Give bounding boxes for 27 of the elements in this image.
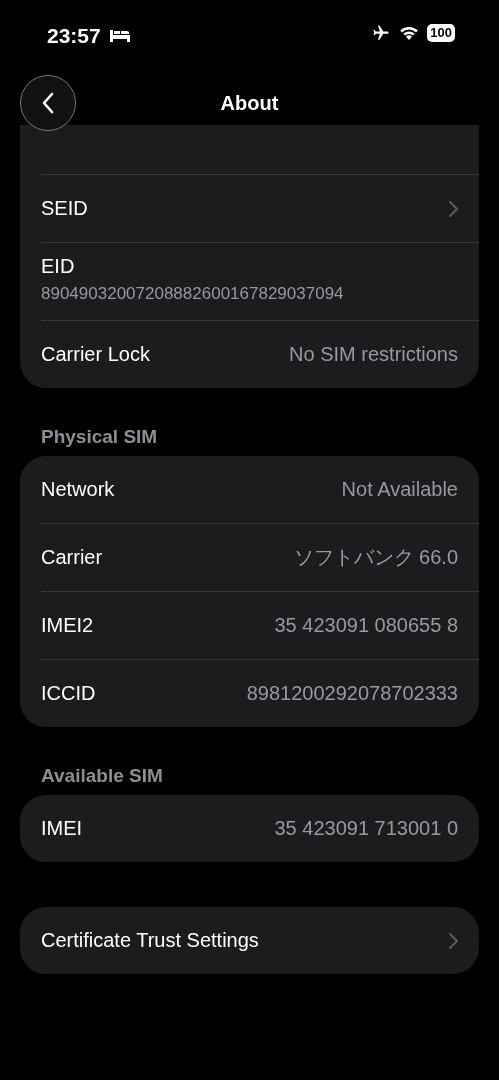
chevron-icon: [449, 932, 458, 949]
section-header: Available SIM: [40, 764, 164, 788]
row-value: No SIM restrictions: [289, 343, 458, 366]
back-button[interactable]: [20, 75, 76, 131]
status-time: 23:57: [47, 24, 101, 48]
row-label: ICCID: [41, 682, 96, 705]
row-label: EID: [41, 255, 76, 278]
row-label: Network: [41, 478, 115, 501]
row-value: 35 423091 080655 8: [274, 614, 458, 637]
bed-icon: [108, 29, 131, 43]
row-value: 35 423091 713001 0: [274, 817, 458, 840]
row-label: Carrier Lock: [41, 343, 150, 366]
chevron-icon: [449, 200, 458, 217]
row-label: IMEI: [41, 817, 83, 840]
page-title: About: [220, 91, 279, 115]
wifi-icon: [399, 25, 420, 41]
section-header: Physical SIM: [40, 425, 159, 449]
row-value: 89049032007208882600167829037094: [41, 284, 345, 304]
row-value: Not Available: [341, 478, 458, 501]
row-label: IMEI2: [41, 614, 94, 637]
row-value: 8981200292078702333: [246, 682, 458, 705]
settings-row[interactable]: SEID: [41, 174, 479, 242]
battery-indicator: 100: [427, 24, 455, 42]
back-icon: [42, 92, 54, 114]
row-value: ソフトバンク 66.0: [293, 545, 458, 570]
row-label: Carrier: [41, 546, 103, 569]
settings-row[interactable]: Certificate Trust Settings: [41, 907, 479, 974]
